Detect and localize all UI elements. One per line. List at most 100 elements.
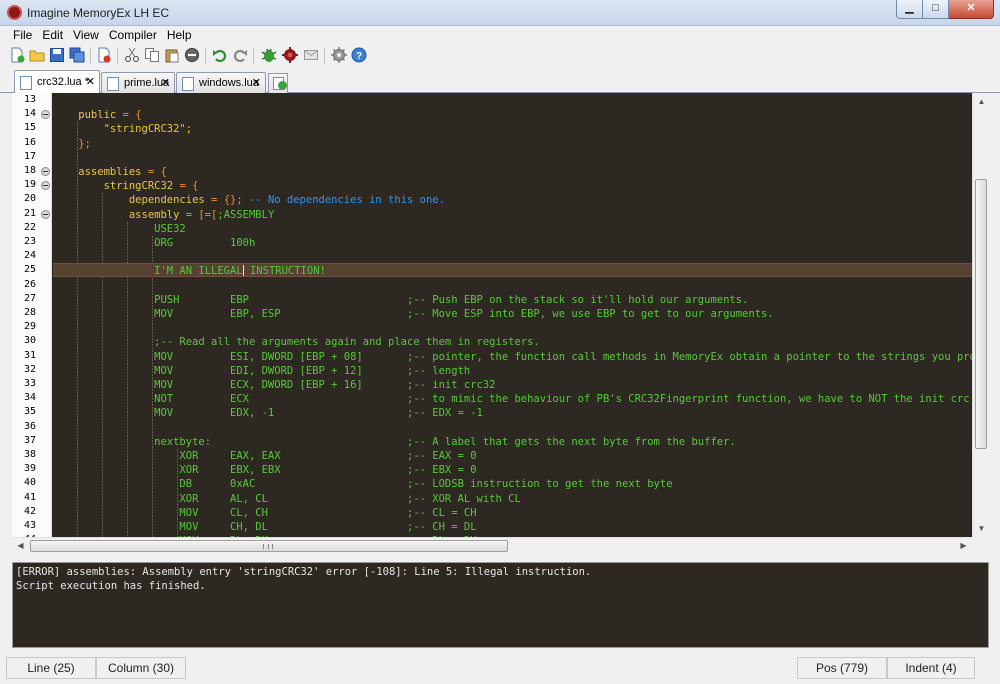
code-line: PUSH EBP ;-- Push EBP on the stack so it… xyxy=(53,293,749,306)
fold-marker-icon[interactable] xyxy=(41,110,50,120)
code-line: dependencies = {}; -- No dependencies in… xyxy=(53,194,445,207)
toolbar-separator xyxy=(205,48,206,64)
line-number: 23 xyxy=(23,236,36,247)
code-area[interactable]: public = { "stringCRC32"; }; assemblies … xyxy=(53,93,972,537)
line-number-gutter: 13 14 15 16 17 18 19 20 21 22 23 24 25 26 27 28 29 30 31 32… xyxy=(12,93,52,537)
toolbar-separator xyxy=(117,48,118,64)
scroll-left-icon[interactable]: ◀ xyxy=(12,538,29,555)
maximize-button[interactable]: □ xyxy=(923,0,949,19)
status-pos: Pos (779) xyxy=(797,657,887,679)
menu-bar: File Edit View Compiler Help xyxy=(0,27,1000,44)
line-number: 25 xyxy=(23,264,36,276)
grip-icon xyxy=(263,544,273,549)
close-button[interactable]: ✕ xyxy=(949,0,994,19)
menu-view[interactable]: View xyxy=(68,27,104,44)
code-line: XOR EAX, EAX ;-- EAX = 0 xyxy=(53,450,477,462)
save-all-icon[interactable] xyxy=(69,47,85,63)
tab-label: crc32.lua * xyxy=(37,76,89,88)
horizontal-scrollbar[interactable]: ◀ ▶ xyxy=(12,537,972,554)
paste-icon[interactable] xyxy=(164,47,180,63)
tab-label: windows.lua xyxy=(199,77,259,89)
toolbar-separator xyxy=(253,48,254,64)
code-line: stringCRC32 = { xyxy=(53,180,199,193)
status-bar: Line (25) Column (30) Pos (779) Indent (… xyxy=(0,655,1000,684)
line-number: 13 xyxy=(23,94,36,105)
tab-close-icon[interactable]: ✕ xyxy=(86,75,95,88)
new-tab-button[interactable] xyxy=(268,73,288,93)
vertical-scrollbar[interactable]: ▲ ▼ xyxy=(972,93,989,537)
line-number: 31 xyxy=(23,349,36,361)
fold-marker-icon[interactable] xyxy=(41,209,50,219)
toolbar-separator xyxy=(90,48,91,64)
line-number: 20 xyxy=(23,193,36,205)
cut-icon[interactable] xyxy=(124,47,140,63)
output-line: [ERROR] assemblies: Assembly entry 'stri… xyxy=(16,566,592,578)
copy-icon[interactable] xyxy=(144,47,160,63)
tab-windows[interactable]: windows.lua ✕ xyxy=(176,72,266,93)
plus-icon xyxy=(278,81,287,90)
fold-marker-icon[interactable] xyxy=(41,167,50,176)
compile-icon[interactable] xyxy=(261,47,277,63)
line-number: 26 xyxy=(23,278,36,290)
code-editor[interactable]: 13 14 15 16 17 18 19 20 21 22 23 24 25 26 27 28 29 30 31 32… xyxy=(12,93,972,537)
message-icon[interactable] xyxy=(303,47,319,63)
scroll-down-icon[interactable]: ▼ xyxy=(973,520,990,537)
line-number: 28 xyxy=(23,307,36,318)
line-number: 19 xyxy=(23,179,36,191)
code-line: MOV EDX, -1 ;-- EDX = -1 xyxy=(53,407,483,420)
redo-icon[interactable] xyxy=(232,47,248,63)
code-line: MOV EDI, DWORD [EBP + 12] ;-- length xyxy=(53,364,471,377)
code-line: MOV ESI, DWORD [EBP + 08] ;-- pointer, t… xyxy=(53,350,972,363)
minimize-button[interactable]: ▁ xyxy=(896,0,923,19)
line-number: 37 xyxy=(23,434,36,446)
run-icon[interactable] xyxy=(282,47,298,63)
panel-splitter[interactable] xyxy=(12,554,989,562)
line-number: 34 xyxy=(23,392,36,404)
tab-prime[interactable]: prime.lua ✕ xyxy=(101,72,175,93)
menu-compiler[interactable]: Compiler xyxy=(104,27,162,44)
menu-file[interactable]: File xyxy=(8,27,37,44)
lua-file-icon xyxy=(107,77,119,91)
settings-icon[interactable] xyxy=(331,47,347,63)
delete-icon[interactable] xyxy=(184,47,200,63)
code-line: MOV CL, CH ;-- CL = CH xyxy=(53,506,477,519)
scroll-right-icon[interactable]: ▶ xyxy=(955,538,972,555)
line-number: 17 xyxy=(23,150,36,162)
menu-edit[interactable]: Edit xyxy=(37,27,68,44)
fold-marker-icon[interactable] xyxy=(41,181,50,191)
line-number: 14 xyxy=(23,108,36,120)
vertical-scroll-thumb[interactable] xyxy=(975,179,987,449)
close-file-icon[interactable] xyxy=(96,47,112,63)
scroll-up-icon[interactable]: ▲ xyxy=(973,93,990,110)
status-column: Column (30) xyxy=(96,657,186,679)
new-file-icon[interactable] xyxy=(9,47,25,63)
title-bar: Imagine MemoryEx LH EC ▁ □ ✕ xyxy=(0,0,1000,26)
line-number: 16 xyxy=(23,136,36,148)
tab-close-icon[interactable]: ✕ xyxy=(161,76,170,89)
line-number: 29 xyxy=(23,321,36,333)
horizontal-scroll-thumb[interactable] xyxy=(30,540,508,552)
line-number: 40 xyxy=(23,477,36,489)
menu-help[interactable]: Help xyxy=(162,27,197,44)
save-icon[interactable] xyxy=(49,47,65,63)
line-number: 32 xyxy=(23,363,36,375)
open-file-icon[interactable] xyxy=(29,47,45,63)
window-title: Imagine MemoryEx LH EC xyxy=(27,6,170,20)
undo-icon[interactable] xyxy=(212,47,228,63)
code-line: assembly = [=[;ASSEMBLY xyxy=(53,208,275,221)
line-number: 42 xyxy=(23,505,36,517)
code-line: "stringCRC32"; xyxy=(53,123,193,136)
help-icon[interactable]: ? xyxy=(351,47,367,63)
tab-crc32[interactable]: crc32.lua * ✕ xyxy=(14,70,100,94)
tab-strip: crc32.lua * ✕ prime.lua ✕ windows.lua ✕ xyxy=(0,70,1000,94)
code-line: USE32 xyxy=(53,222,186,235)
tab-close-icon[interactable]: ✕ xyxy=(252,76,261,89)
output-line: Script execution has finished. xyxy=(16,580,206,592)
app-icon xyxy=(7,5,22,20)
code-line: }; xyxy=(53,137,91,150)
